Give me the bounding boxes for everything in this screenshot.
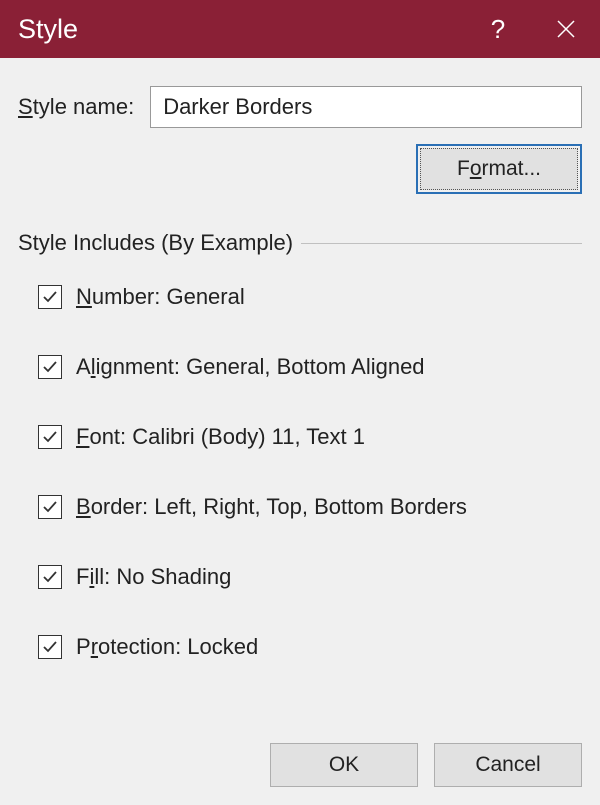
check-border-label: Border: Left, Right, Top, Bottom Borders [76, 494, 467, 520]
format-row: Format... [18, 144, 582, 194]
check-protection: Protection: Locked [38, 634, 582, 660]
style-name-row: Style name: [18, 86, 582, 128]
check-fill: Fill: No Shading [38, 564, 582, 590]
ok-button[interactable]: OK [270, 743, 418, 787]
dialog-title: Style [18, 14, 464, 45]
check-protection-checkbox[interactable] [38, 635, 62, 659]
check-font-checkbox[interactable] [38, 425, 62, 449]
checkmark-icon [41, 358, 59, 376]
check-fill-label: Fill: No Shading [76, 564, 231, 590]
check-fill-checkbox[interactable] [38, 565, 62, 589]
check-number-label: Number: General [76, 284, 245, 310]
checkmark-icon [41, 498, 59, 516]
check-alignment: Alignment: General, Bottom Aligned [38, 354, 582, 380]
style-name-input[interactable] [150, 86, 582, 128]
check-alignment-checkbox[interactable] [38, 355, 62, 379]
format-button-focus: Format... [416, 144, 582, 194]
check-border: Border: Left, Right, Top, Bottom Borders [38, 494, 582, 520]
group-header: Style Includes (By Example) [18, 230, 582, 256]
checkmark-icon [41, 568, 59, 586]
checkmark-icon [41, 638, 59, 656]
format-button[interactable]: Format... [420, 148, 578, 190]
check-number-checkbox[interactable] [38, 285, 62, 309]
dialog-body: Style name: Format... Style Includes (By… [0, 58, 600, 725]
check-protection-label: Protection: Locked [76, 634, 258, 660]
check-border-checkbox[interactable] [38, 495, 62, 519]
checkmark-icon [41, 288, 59, 306]
check-font-label: Font: Calibri (Body) 11, Text 1 [76, 424, 365, 450]
check-font: Font: Calibri (Body) 11, Text 1 [38, 424, 582, 450]
help-button[interactable]: ? [464, 0, 532, 58]
cancel-button[interactable]: Cancel [434, 743, 582, 787]
group-label: Style Includes (By Example) [18, 230, 293, 256]
style-dialog: Style ? Style name: Format... Style Incl… [0, 0, 600, 805]
style-name-label: Style name: [18, 94, 134, 120]
style-includes-list: Number: General Alignment: General, Bott… [18, 284, 582, 660]
checkmark-icon [41, 428, 59, 446]
group-divider [301, 243, 582, 244]
close-icon [556, 19, 576, 39]
titlebar: Style ? [0, 0, 600, 58]
close-button[interactable] [532, 0, 600, 58]
check-number: Number: General [38, 284, 582, 310]
dialog-footer: OK Cancel [0, 725, 600, 805]
help-icon: ? [491, 14, 505, 45]
check-alignment-label: Alignment: General, Bottom Aligned [76, 354, 425, 380]
